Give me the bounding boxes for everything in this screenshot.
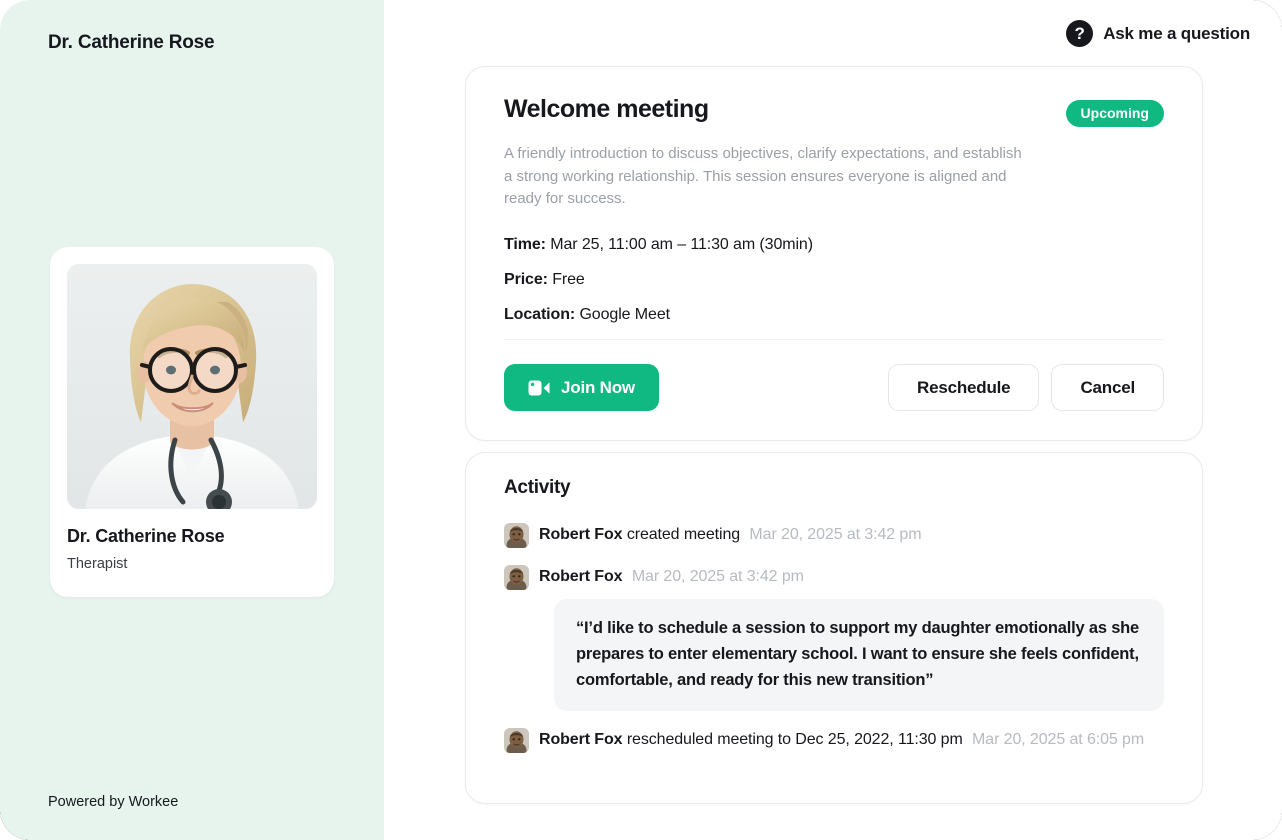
cancel-button[interactable]: Cancel <box>1051 364 1164 411</box>
activity-text: Robert Fox created meeting Mar 20, 2025 … <box>539 522 922 547</box>
activity-timestamp: Mar 20, 2025 at 3:42 pm <box>749 526 922 543</box>
activity-row: Robert Fox Mar 20, 2025 at 3:42 pm <box>504 564 1164 590</box>
user-avatar-photo <box>504 728 529 753</box>
app-root: Dr. Catherine Rose Dr. Catherine Rose Th… <box>0 0 1282 840</box>
user-avatar-photo <box>504 523 529 548</box>
ask-me-a-question-button[interactable]: ? Ask me a question <box>1066 20 1250 47</box>
meeting-details: Time: Mar 25, 11:00 am – 11:30 am (30min… <box>504 236 1164 324</box>
activity-list: Robert Fox created meeting Mar 20, 2025 … <box>504 522 1164 753</box>
therapist-portrait-photo <box>67 264 317 509</box>
meeting-detail-location: Location: Google Meet <box>504 306 1164 324</box>
meeting-description: A friendly introduction to discuss objec… <box>504 145 1022 207</box>
activity-action: rescheduled meeting to Dec 25, 2022, 11:… <box>626 731 963 748</box>
user-avatar-photo <box>504 565 529 590</box>
sidebar: Dr. Catherine Rose Dr. Catherine Rose Th… <box>0 0 384 840</box>
activity-row: Robert Fox rescheduled meeting to Dec 25… <box>504 727 1164 753</box>
activity-text: Robert Fox Mar 20, 2025 at 3:42 pm <box>539 564 804 589</box>
activity-card: Activity Robert Fox created meeting Mar … <box>465 452 1203 804</box>
meeting-card: Welcome meeting Upcoming A friendly intr… <box>465 66 1203 441</box>
question-mark-circle-icon: ? <box>1066 20 1094 47</box>
meeting-title: Welcome meeting <box>504 95 709 123</box>
meeting-header: Welcome meeting Upcoming <box>504 95 1164 127</box>
sidebar-title: Dr. Catherine Rose <box>48 32 215 53</box>
app-window: Dr. Catherine Rose Dr. Catherine Rose Th… <box>0 0 1282 840</box>
main-content: ? Ask me a question Welcome meeting Upco… <box>384 0 1282 840</box>
powered-by-label: Powered by Workee <box>48 794 179 810</box>
activity-text: Robert Fox rescheduled meeting to Dec 25… <box>539 727 1144 752</box>
reschedule-button[interactable]: Reschedule <box>888 364 1040 411</box>
status-badge: Upcoming <box>1065 100 1164 127</box>
card-divider <box>504 339 1164 340</box>
profile-role: Therapist <box>67 556 128 572</box>
activity-row: Robert Fox created meeting Mar 20, 2025 … <box>504 522 1164 548</box>
detail-label-location: Location: <box>504 305 576 323</box>
ask-me-a-question-label: Ask me a question <box>1103 23 1250 43</box>
activity-user: Robert Fox <box>539 526 623 543</box>
detail-label-price: Price: <box>504 270 548 288</box>
detail-value-price: Free <box>552 270 585 288</box>
activity-user: Robert Fox <box>539 568 623 585</box>
profile-card[interactable]: Dr. Catherine Rose Therapist <box>50 247 334 597</box>
activity-action: created meeting <box>626 526 741 543</box>
profile-name: Dr. Catherine Rose <box>67 526 225 546</box>
activity-user: Robert Fox <box>539 731 623 748</box>
video-camera-icon <box>528 380 550 396</box>
join-now-button[interactable]: Join Now <box>504 364 659 411</box>
activity-title: Activity <box>504 477 571 498</box>
meeting-detail-time: Time: Mar 25, 11:00 am – 11:30 am (30min… <box>504 236 1164 254</box>
activity-quote: “I’d like to schedule a session to suppo… <box>554 599 1164 711</box>
activity-timestamp: Mar 20, 2025 at 3:42 pm <box>631 568 804 585</box>
activity-timestamp: Mar 20, 2025 at 6:05 pm <box>972 731 1145 748</box>
detail-value-location: Google Meet <box>579 305 670 323</box>
detail-label-time: Time: <box>504 235 546 253</box>
join-now-label: Join Now <box>561 377 635 397</box>
meeting-detail-price: Price: Free <box>504 271 1164 289</box>
detail-value-time: Mar 25, 11:00 am – 11:30 am (30min) <box>550 235 813 253</box>
meeting-actions: Join Now Reschedule Cancel <box>504 364 1164 411</box>
